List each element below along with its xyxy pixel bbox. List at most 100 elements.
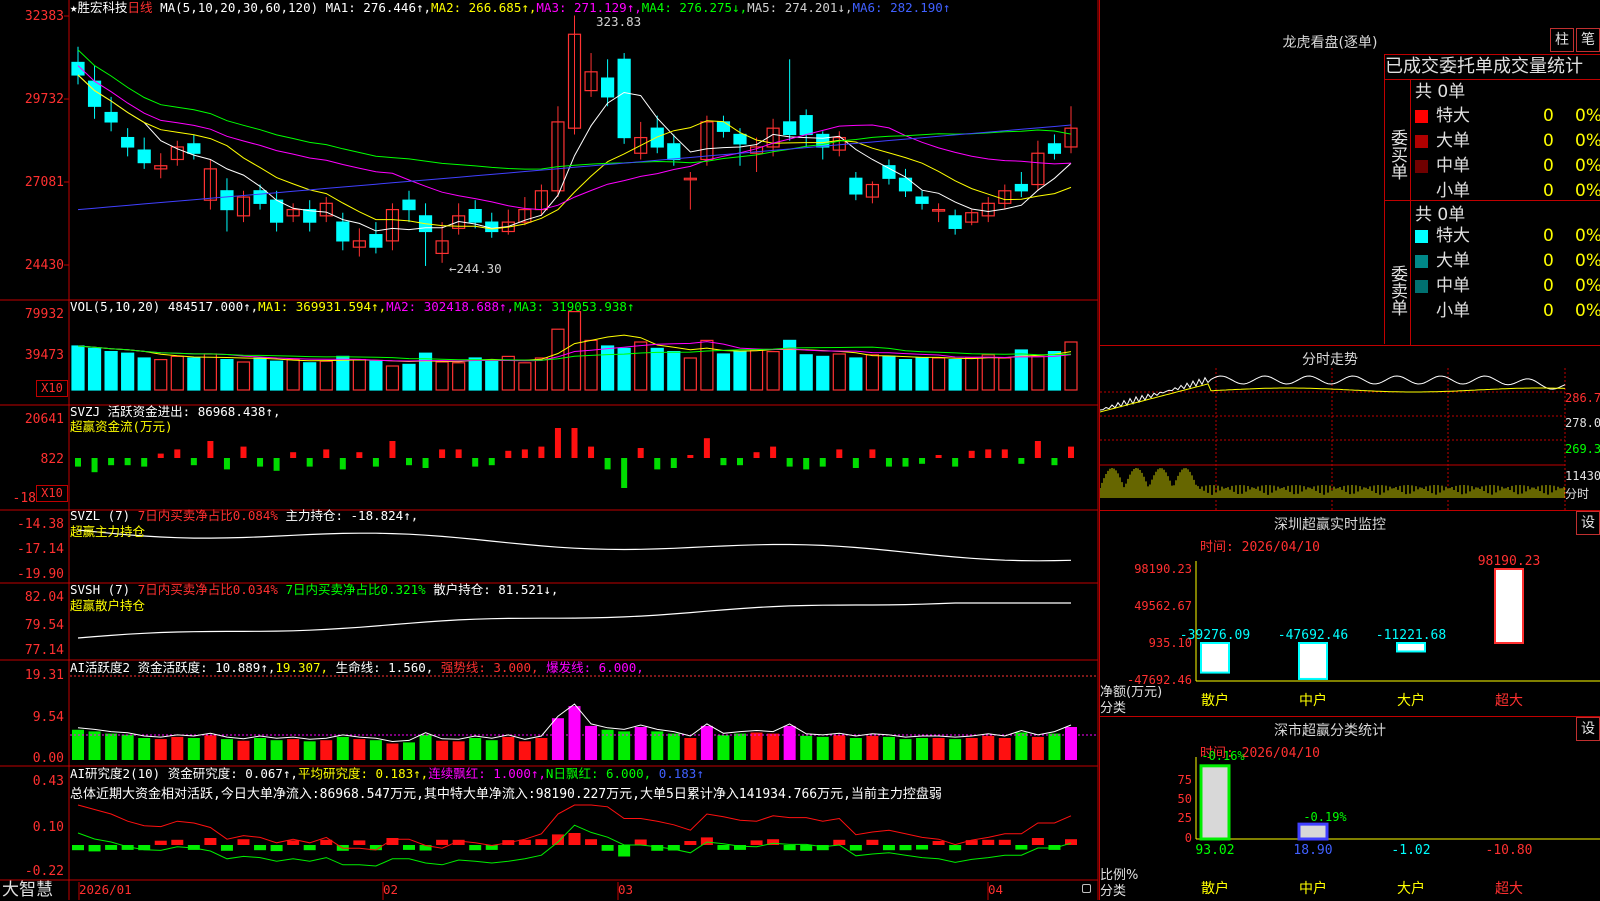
sz-monitor-chart: 98190.2349562.67935.10-47692.46-39276.09…	[1127, 554, 1600, 709]
activity-bar	[518, 741, 531, 760]
retail-holding-line	[77, 602, 1071, 639]
order-size-label: 大单	[1436, 251, 1470, 271]
flow-bar	[389, 441, 396, 458]
sz-monitor-bar	[1200, 642, 1230, 674]
research-bar	[353, 840, 366, 845]
dragon-tiger-panel: 龙虎看盘(逐单) 柱 笔 已成交委托单成交量统计 委买单 委卖单 共 0单 特大…	[1099, 0, 1600, 345]
activity-bar	[287, 739, 300, 760]
flow-bar	[439, 449, 446, 458]
flow-bar	[190, 458, 197, 466]
volume-bar	[485, 360, 499, 391]
research-bar	[568, 833, 581, 845]
flow-bar	[372, 458, 379, 467]
flow-bar	[290, 452, 297, 458]
activity-bar	[254, 738, 267, 760]
period-label[interactable]: 日线	[128, 0, 153, 15]
ai-active-axis-label: 9.54	[32, 710, 64, 725]
activity-bar	[750, 732, 763, 760]
bar-mode-button[interactable]: 柱	[1550, 28, 1574, 52]
activity-bar	[998, 738, 1011, 760]
buy-row: 大单 0 0%	[1415, 129, 1600, 153]
volume-bar	[832, 353, 846, 391]
sz-classify-top-label: -0.19%	[1303, 810, 1347, 824]
flow-bar	[902, 458, 909, 467]
svzl-header: SVZL (7) 7日内买卖净占比0.084% 主力持仓: -18.824↑,	[70, 508, 418, 524]
favorite-star-icon[interactable]: ★	[70, 0, 78, 15]
volume-bar	[187, 357, 201, 391]
svzl-title: 超赢主力持仓	[70, 524, 146, 539]
volume-bar	[683, 357, 697, 391]
flow-bar	[406, 458, 412, 466]
sz-monitor-axis-label: 98190.23	[1134, 562, 1192, 576]
ai-research-desc3: 连续飘红: 1.000↑,	[428, 766, 546, 781]
ai-research-header: AI研究度2(10) 资金研究度: 0.067↑,平均研究度: 0.183↑,连…	[70, 766, 704, 782]
activity-bar	[386, 743, 399, 760]
sell-row: 大单 0 0%	[1415, 249, 1600, 273]
flow-bar	[753, 452, 760, 458]
sz-classify-value: 18.90	[1293, 843, 1332, 858]
intraday-chart[interactable]	[1100, 368, 1600, 511]
lock-icon[interactable]	[1082, 884, 1091, 893]
activity-bar	[320, 740, 333, 760]
flow-bar	[571, 428, 578, 458]
svsh-axis-label: 82.04	[24, 590, 64, 605]
activity-bar	[105, 733, 118, 760]
activity-bar	[965, 738, 978, 760]
volume-bar	[1047, 351, 1062, 391]
candle-body	[104, 111, 118, 123]
svsh-axis-label: 79.54	[24, 618, 64, 633]
volume-bar	[203, 353, 217, 391]
activity-bar	[452, 741, 465, 760]
research-bar	[684, 841, 697, 845]
intraday-panel[interactable]: 分时走势 286.7 278.0 269.3 11430 分时	[1099, 345, 1600, 511]
flow-bar	[174, 449, 181, 458]
research-bar	[800, 845, 813, 851]
activity-bar	[237, 740, 250, 760]
svsh-desc1: 7日内买卖净占比0.034%	[137, 582, 278, 597]
ma2-value: MA2: 266.685↑,	[431, 0, 537, 15]
flow-bar	[885, 458, 892, 467]
research-bar	[783, 845, 796, 851]
activity-bar	[982, 735, 995, 760]
sz-classify-axis-label: 50	[1178, 792, 1192, 806]
volume-bar	[385, 365, 400, 391]
color-swatch	[1415, 134, 1428, 148]
intraday-title: 分时走势	[1302, 352, 1358, 368]
order-size-label: 特大	[1436, 106, 1470, 126]
volume-ma1-line	[77, 334, 1072, 363]
svzl-desc2: 主力持仓: -18.824↑,	[285, 508, 419, 523]
ai-research-desc5: 0.183↑	[658, 766, 704, 781]
flow-bar	[538, 446, 545, 458]
flow-bar	[852, 458, 859, 468]
candle-body	[121, 136, 135, 148]
order-percent: 0%	[1575, 276, 1600, 296]
volume-bar	[948, 359, 962, 391]
date-axis-label: 02	[383, 882, 399, 897]
activity-bar	[651, 731, 664, 760]
svzj-title: 超赢资金流(万元)	[70, 419, 173, 434]
volume-bar	[799, 354, 813, 391]
svzl-desc1: 7日内买卖净占比0.084%	[137, 508, 278, 523]
sz-classify-xlabel: 分类	[1100, 884, 1127, 899]
sz-classify-category: 大户	[1397, 880, 1425, 897]
research-bar	[1031, 838, 1044, 845]
tick-mode-button[interactable]: 笔	[1576, 28, 1600, 52]
brand-logo[interactable]: 大智慧	[0, 880, 66, 900]
activity-bar	[601, 729, 614, 760]
volume-bar	[435, 361, 449, 391]
sz-monitor-value-label: -39276.09	[1180, 628, 1250, 643]
activity-bar	[634, 727, 647, 760]
chart-area[interactable]	[0, 0, 1110, 900]
research-bar	[634, 839, 647, 845]
candle-body	[336, 221, 350, 242]
intraday-axis-label: 269.3	[1565, 442, 1600, 456]
flow-bar	[91, 458, 98, 473]
sz-monitor-category: 超大	[1495, 693, 1523, 709]
buy-row: 小单 0 0%	[1415, 179, 1600, 203]
volume-bar	[882, 355, 896, 391]
flow-bar	[141, 458, 148, 467]
activity-bar	[800, 735, 813, 760]
flow-bar	[869, 449, 876, 458]
flow-bar	[356, 452, 363, 458]
candle-body	[369, 234, 383, 248]
